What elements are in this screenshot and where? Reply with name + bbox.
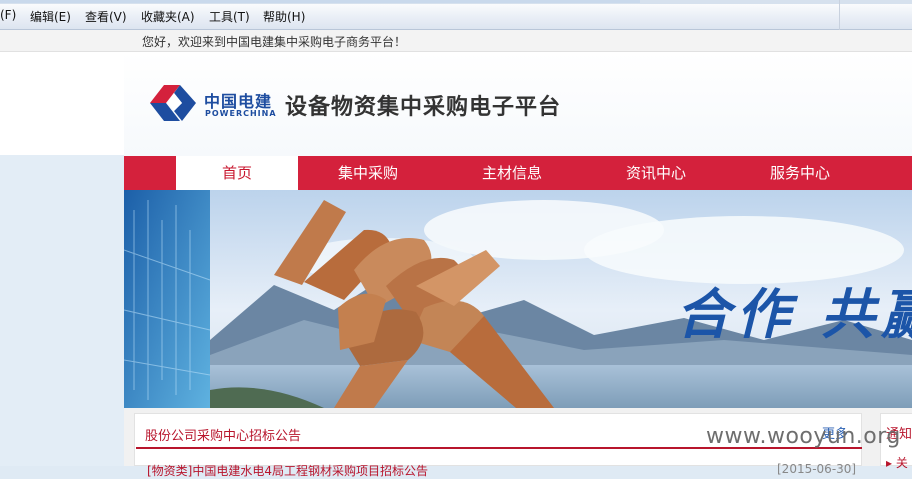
welcome-text: 您好，欢迎来到中国电建集中采购电子商务平台！ [142, 35, 407, 49]
announcement-date: [2015-06-30] [777, 462, 857, 476]
page-left-background [0, 52, 124, 466]
site-header: 中国电建 POWERCHINA 设备物资集中采购电子平台 [124, 52, 912, 156]
menu-view[interactable]: 查看(V) [85, 8, 127, 25]
notice-item-text: 关 [895, 456, 908, 470]
welcome-bar: 您好，欢迎来到中国电建集中采购电子商务平台！ [0, 30, 912, 52]
nav-service-center[interactable]: 服务中心 [730, 156, 870, 190]
menu-help[interactable]: 帮助(H) [263, 8, 305, 25]
title-strip [0, 0, 912, 4]
main-nav: 首页 集中采购 主材信息 资讯中心 服务中心 [124, 156, 912, 190]
command-bar-area [839, 0, 912, 30]
logo-english-name: POWERCHINA [205, 109, 277, 118]
menu-edit[interactable]: 编辑(E) [30, 8, 71, 25]
nav-news-center[interactable]: 资讯中心 [586, 156, 726, 190]
panel-title: 股份公司采购中心招标公告 [145, 429, 302, 444]
nav-main-materials[interactable]: 主材信息 [442, 156, 582, 190]
menu-bar: (F) 编辑(E) 查看(V) 收藏夹(A) 工具(T) 帮助(H) [0, 0, 912, 30]
announcement-item[interactable]: [物资类]中国电建水电4局工程钢材采购项目招标公告 [147, 462, 428, 479]
nav-home[interactable]: 首页 [176, 156, 298, 190]
hero-banner[interactable]: 合作 共赢 [124, 190, 912, 408]
banner-slogan: 合作 共赢 [676, 283, 912, 346]
powerchina-logo-icon[interactable] [150, 83, 196, 123]
menu-file[interactable]: (F) [0, 8, 16, 22]
site-title: 设备物资集中采购电子平台 [285, 95, 562, 120]
menu-favorites[interactable]: 收藏夹(A) [141, 8, 195, 25]
menu-tools[interactable]: 工具(T) [209, 8, 250, 25]
nav-central-procurement[interactable]: 集中采购 [298, 156, 438, 190]
notice-item[interactable]: ▸ 关 [886, 454, 908, 471]
watermark: www.wooyun.org [706, 424, 901, 449]
